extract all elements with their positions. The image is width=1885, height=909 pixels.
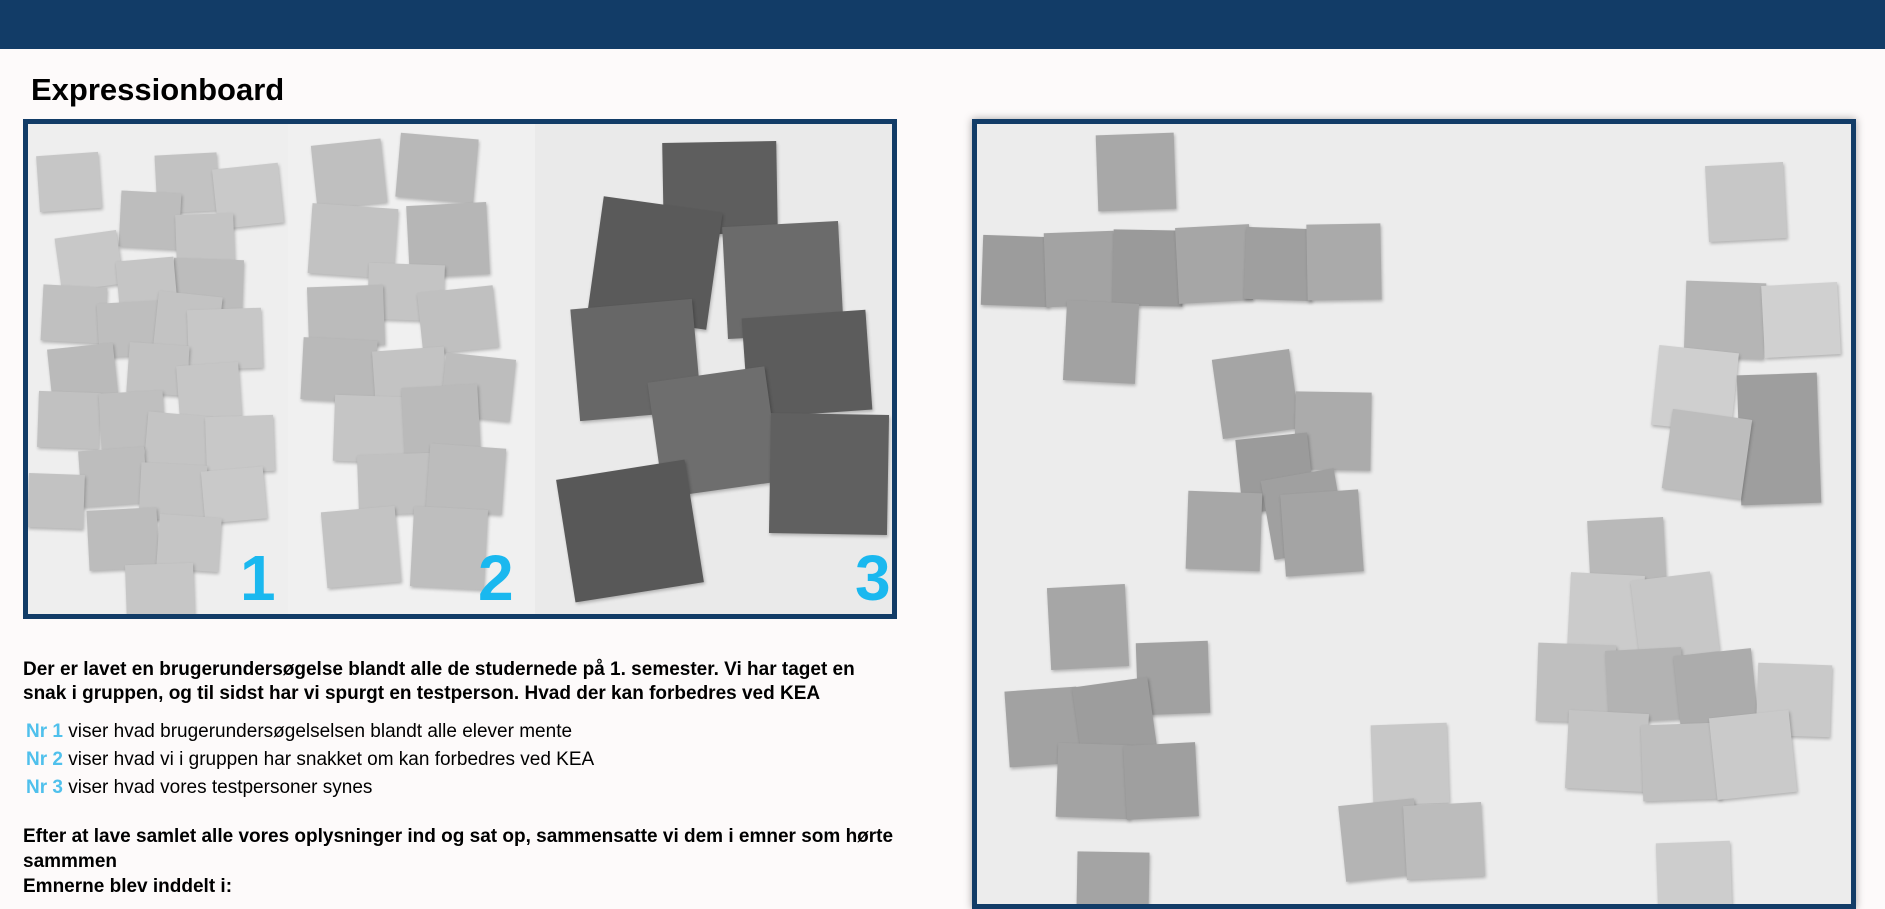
sticky-note — [1076, 851, 1150, 904]
sticky-note — [1243, 226, 1315, 302]
expressionboard-photo-2 — [972, 119, 1856, 909]
sticky-note — [200, 466, 268, 524]
sticky-note — [416, 285, 500, 355]
sticky-note — [1095, 132, 1177, 212]
list-item: Nr 2 viser hvad vi i gruppen har snakket… — [26, 746, 594, 774]
sticky-note — [395, 132, 479, 204]
sticky-note — [1185, 490, 1263, 572]
sticky-note — [176, 361, 242, 421]
panel-number-1: 1 — [240, 542, 276, 614]
photo-panel-2: 2 — [288, 124, 535, 614]
photo-panel-3: 3 — [535, 124, 892, 614]
nr-description: viser hvad vi i gruppen har snakket om k… — [68, 749, 595, 770]
page-title: Expressionboard — [31, 72, 285, 107]
nr-label: Nr 2 — [26, 749, 63, 770]
sticky-note — [1370, 722, 1450, 806]
nr-label: Nr 1 — [26, 721, 63, 742]
sticky-note — [556, 459, 704, 603]
panel-number-3: 3 — [855, 542, 891, 614]
sticky-note — [1565, 709, 1649, 793]
sticky-note — [143, 411, 213, 471]
sticky-note — [54, 229, 124, 293]
sticky-note — [1640, 722, 1722, 802]
number-legend-list: Nr 1 viser hvad brugerundersøgelselsen b… — [26, 718, 594, 802]
sticky-note — [1280, 489, 1364, 577]
sticky-note — [425, 443, 507, 515]
photo-panel-1: 1 — [28, 124, 288, 614]
sticky-note — [1708, 710, 1798, 800]
intro-paragraph: Der er lavet en brugerundersøgelse bland… — [23, 659, 855, 704]
sticky-note — [205, 414, 275, 474]
sticky-note — [86, 507, 160, 571]
sticky-note — [118, 190, 182, 250]
expressionboard-photo-1: 1 2 3 — [23, 119, 897, 619]
sticky-note — [409, 506, 489, 590]
sticky-note — [1175, 224, 1253, 304]
sticky-note — [186, 307, 264, 371]
summary-line: Efter at lave samlet alle vores oplysnin… — [23, 826, 894, 872]
sticky-note — [78, 446, 148, 508]
nr-description: viser hvad brugerundersøgelselsen blandt… — [68, 721, 573, 742]
sticky-note — [37, 390, 101, 450]
sticky-note — [36, 151, 102, 213]
sticky-note — [320, 505, 402, 589]
nr-description: viser hvad vores testpersoner synes — [68, 777, 373, 798]
sticky-note — [1046, 584, 1130, 670]
list-item: Nr 1 viser hvad brugerundersøgelselsen b… — [26, 718, 594, 746]
sticky-note — [980, 234, 1052, 308]
sticky-note — [28, 473, 85, 529]
nr-label: Nr 3 — [26, 777, 63, 798]
top-header-bar — [0, 0, 1885, 49]
sticky-note — [1062, 300, 1140, 384]
sticky-note — [125, 562, 195, 614]
list-item: Nr 3 viser hvad vores testpersoner synes — [26, 774, 594, 802]
sticky-note — [1655, 840, 1733, 904]
sticky-note — [1306, 223, 1382, 301]
topics-heading: Emnerne blev inddelt i: — [23, 876, 233, 897]
sticky-note — [1043, 230, 1117, 308]
sticky-note — [310, 138, 388, 210]
sticky-note — [1211, 348, 1301, 440]
sticky-note — [1112, 229, 1184, 307]
sticky-note — [1683, 280, 1767, 360]
panel-number-2: 2 — [478, 542, 514, 614]
sticky-note — [300, 337, 378, 403]
sticky-note — [1123, 742, 1199, 820]
sticky-note — [768, 412, 890, 536]
summary-paragraph: Efter at lave samlet alle vores oplysnin… — [23, 824, 903, 899]
sticky-note — [1705, 162, 1787, 242]
sticky-note — [1661, 408, 1753, 500]
sticky-note — [1761, 282, 1841, 358]
sticky-note — [1055, 742, 1133, 820]
sticky-note — [1403, 802, 1485, 880]
